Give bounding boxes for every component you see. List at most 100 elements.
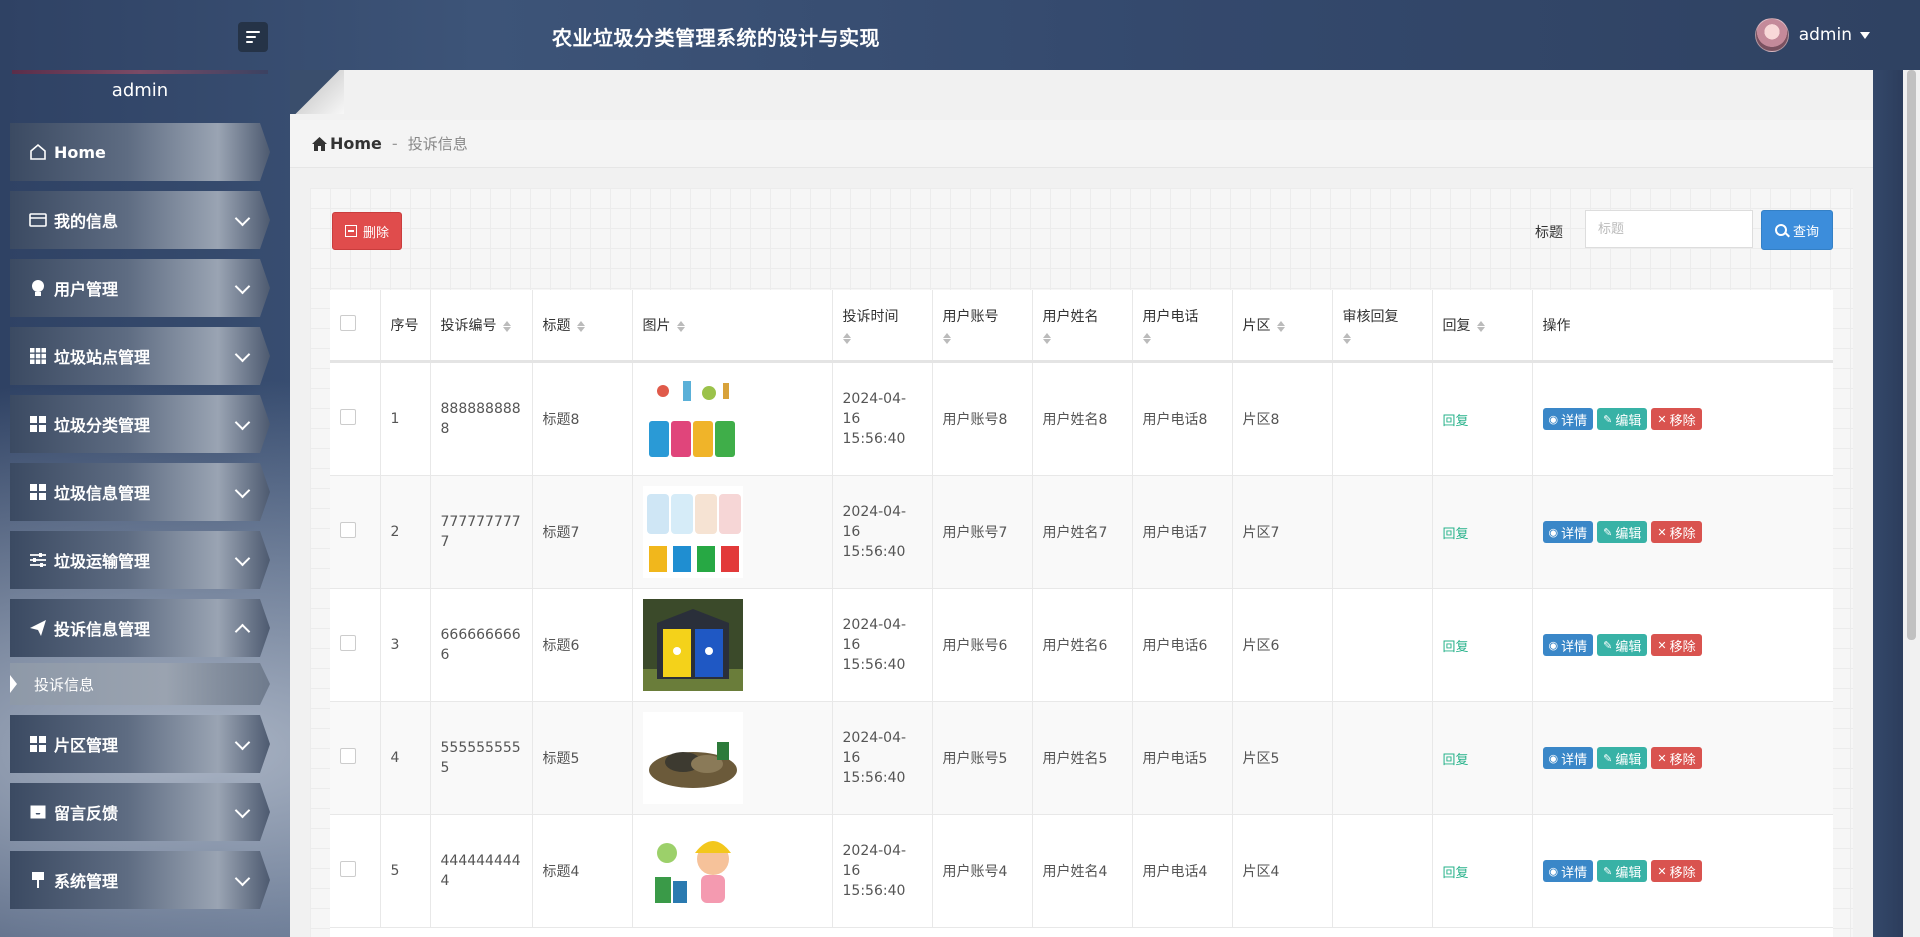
cell-index: 2	[380, 475, 431, 589]
edit-icon: ✎	[1603, 412, 1613, 426]
sidebar-subitem-complaint-info[interactable]: 投诉信息	[10, 663, 270, 705]
cell-review	[1332, 701, 1433, 815]
table-row: 4 5555555555 标题5 2024-04-16 15:56:40 用户账号5 用户…	[330, 701, 1833, 815]
sort-icon[interactable]	[942, 332, 951, 345]
header-reply[interactable]: 回复	[1432, 290, 1533, 363]
reply-link[interactable]: 回复	[1443, 414, 1469, 429]
id-card-icon	[28, 210, 48, 230]
row-select-cell[interactable]	[330, 814, 381, 928]
sidebar-item-stations[interactable]: 垃圾站点管理	[10, 327, 270, 385]
header-title[interactable]: 标题	[532, 290, 633, 363]
main-top-strip	[290, 70, 1873, 121]
cell-actions: ◉ 详情 ✎ 编辑 ✕ 移除	[1532, 701, 1833, 815]
complaint-image[interactable]	[642, 486, 743, 578]
header-select-all[interactable]	[330, 290, 381, 363]
sort-icon[interactable]	[1342, 332, 1351, 345]
edit-button[interactable]: ✎ 编辑	[1597, 521, 1648, 543]
row-checkbox[interactable]	[340, 748, 356, 764]
row-select-cell[interactable]	[330, 701, 381, 815]
cell-time: 2024-04-16 15:56:40	[832, 361, 933, 476]
cell-name: 用户姓名6	[1032, 588, 1133, 702]
detail-button[interactable]: ◉ 详情	[1542, 408, 1594, 430]
query-button[interactable]: 查询	[1761, 210, 1833, 250]
remove-button[interactable]: ✕ 移除	[1651, 408, 1702, 430]
row-checkbox[interactable]	[340, 522, 356, 538]
sidebar-item-garbage-info[interactable]: 垃圾信息管理	[10, 463, 270, 521]
complaint-image[interactable]	[642, 712, 743, 804]
sidebar-item-transport[interactable]: 垃圾运输管理	[10, 531, 270, 589]
remove-button[interactable]: ✕ 移除	[1651, 747, 1702, 769]
detail-button[interactable]: ◉ 详情	[1542, 634, 1594, 656]
user-menu[interactable]: admin	[1754, 18, 1870, 52]
page-scrollbar[interactable]	[1903, 70, 1920, 937]
row-select-cell[interactable]	[330, 475, 381, 589]
detail-button[interactable]: ◉ 详情	[1542, 747, 1594, 769]
sidebar-item-system[interactable]: 系统管理	[10, 851, 270, 909]
sort-icon[interactable]	[1142, 332, 1151, 345]
sort-icon[interactable]	[842, 332, 851, 345]
cell-actions: ◉ 详情 ✎ 编辑 ✕ 移除	[1532, 814, 1833, 928]
edit-button[interactable]: ✎ 编辑	[1597, 634, 1648, 656]
grid-icon	[28, 734, 48, 754]
edit-button[interactable]: ✎ 编辑	[1597, 747, 1648, 769]
detail-button[interactable]: ◉ 详情	[1542, 521, 1594, 543]
row-checkbox[interactable]	[340, 861, 356, 877]
menu-toggle-button[interactable]	[238, 22, 268, 52]
remove-button[interactable]: ✕ 移除	[1651, 860, 1702, 882]
chevron-down-icon	[234, 414, 251, 431]
row-select-cell[interactable]	[330, 588, 381, 702]
sort-icon[interactable]	[676, 320, 685, 333]
header-time[interactable]: 投诉时间	[832, 290, 933, 363]
chevron-down-icon	[234, 346, 251, 363]
cell-account: 用户账号5	[932, 701, 1033, 815]
sidebar-item-categories[interactable]: 垃圾分类管理	[10, 395, 270, 453]
complaint-image[interactable]	[642, 825, 743, 917]
complaint-image[interactable]	[642, 373, 743, 465]
row-select-cell[interactable]	[330, 361, 381, 476]
sidebar-item-home[interactable]: Home	[10, 123, 270, 181]
remove-button[interactable]: ✕ 移除	[1651, 634, 1702, 656]
row-checkbox[interactable]	[340, 409, 356, 425]
header-account[interactable]: 用户账号	[932, 290, 1033, 363]
header-code[interactable]: 投诉编号	[430, 290, 533, 363]
search-input[interactable]	[1585, 210, 1753, 248]
reply-link[interactable]: 回复	[1443, 640, 1469, 655]
reply-link[interactable]: 回复	[1443, 866, 1469, 881]
header-phone[interactable]: 用户电话	[1132, 290, 1233, 363]
close-icon: ✕	[1657, 638, 1667, 652]
header-area[interactable]: 片区	[1232, 290, 1333, 363]
select-all-checkbox[interactable]	[340, 315, 356, 331]
cell-account: 用户账号8	[932, 361, 1033, 476]
sort-icon[interactable]	[576, 320, 585, 333]
sidebar-item-complaints[interactable]: 投诉信息管理	[10, 599, 270, 657]
cell-image	[632, 361, 833, 476]
header-name[interactable]: 用户姓名	[1032, 290, 1133, 363]
row-checkbox[interactable]	[340, 635, 356, 651]
scrollbar-thumb[interactable]	[1907, 70, 1916, 640]
sidebar-item-feedback[interactable]: 留言反馈	[10, 783, 270, 841]
sort-icon[interactable]	[1276, 320, 1285, 333]
eye-icon: ◉	[1548, 638, 1559, 652]
complaint-image[interactable]	[642, 599, 743, 691]
cell-review	[1332, 814, 1433, 928]
delete-button[interactable]: 删除	[332, 212, 403, 250]
close-icon: ✕	[1657, 412, 1667, 426]
detail-button[interactable]: ◉ 详情	[1542, 860, 1594, 882]
reply-link[interactable]: 回复	[1443, 527, 1469, 542]
sort-icon[interactable]	[502, 320, 511, 333]
sidebar-item-label: 投诉信息管理	[54, 620, 151, 639]
header-review[interactable]: 审核回复	[1332, 290, 1433, 363]
chevron-down-icon	[234, 802, 251, 819]
sidebar-item-my-info[interactable]: 我的信息	[10, 191, 270, 249]
remove-button[interactable]: ✕ 移除	[1651, 521, 1702, 543]
sidebar-item-users[interactable]: 用户管理	[10, 259, 270, 317]
header-image[interactable]: 图片	[632, 290, 833, 363]
edit-button[interactable]: ✎ 编辑	[1597, 860, 1648, 882]
reply-link[interactable]: 回复	[1443, 753, 1469, 768]
sort-icon[interactable]	[1476, 320, 1485, 333]
sidebar-item-areas[interactable]: 片区管理	[10, 715, 270, 773]
edit-button[interactable]: ✎ 编辑	[1597, 408, 1648, 430]
search-label: 标题	[1535, 225, 1563, 241]
sort-icon[interactable]	[1042, 332, 1051, 345]
breadcrumb-home[interactable]: Home	[312, 134, 382, 153]
